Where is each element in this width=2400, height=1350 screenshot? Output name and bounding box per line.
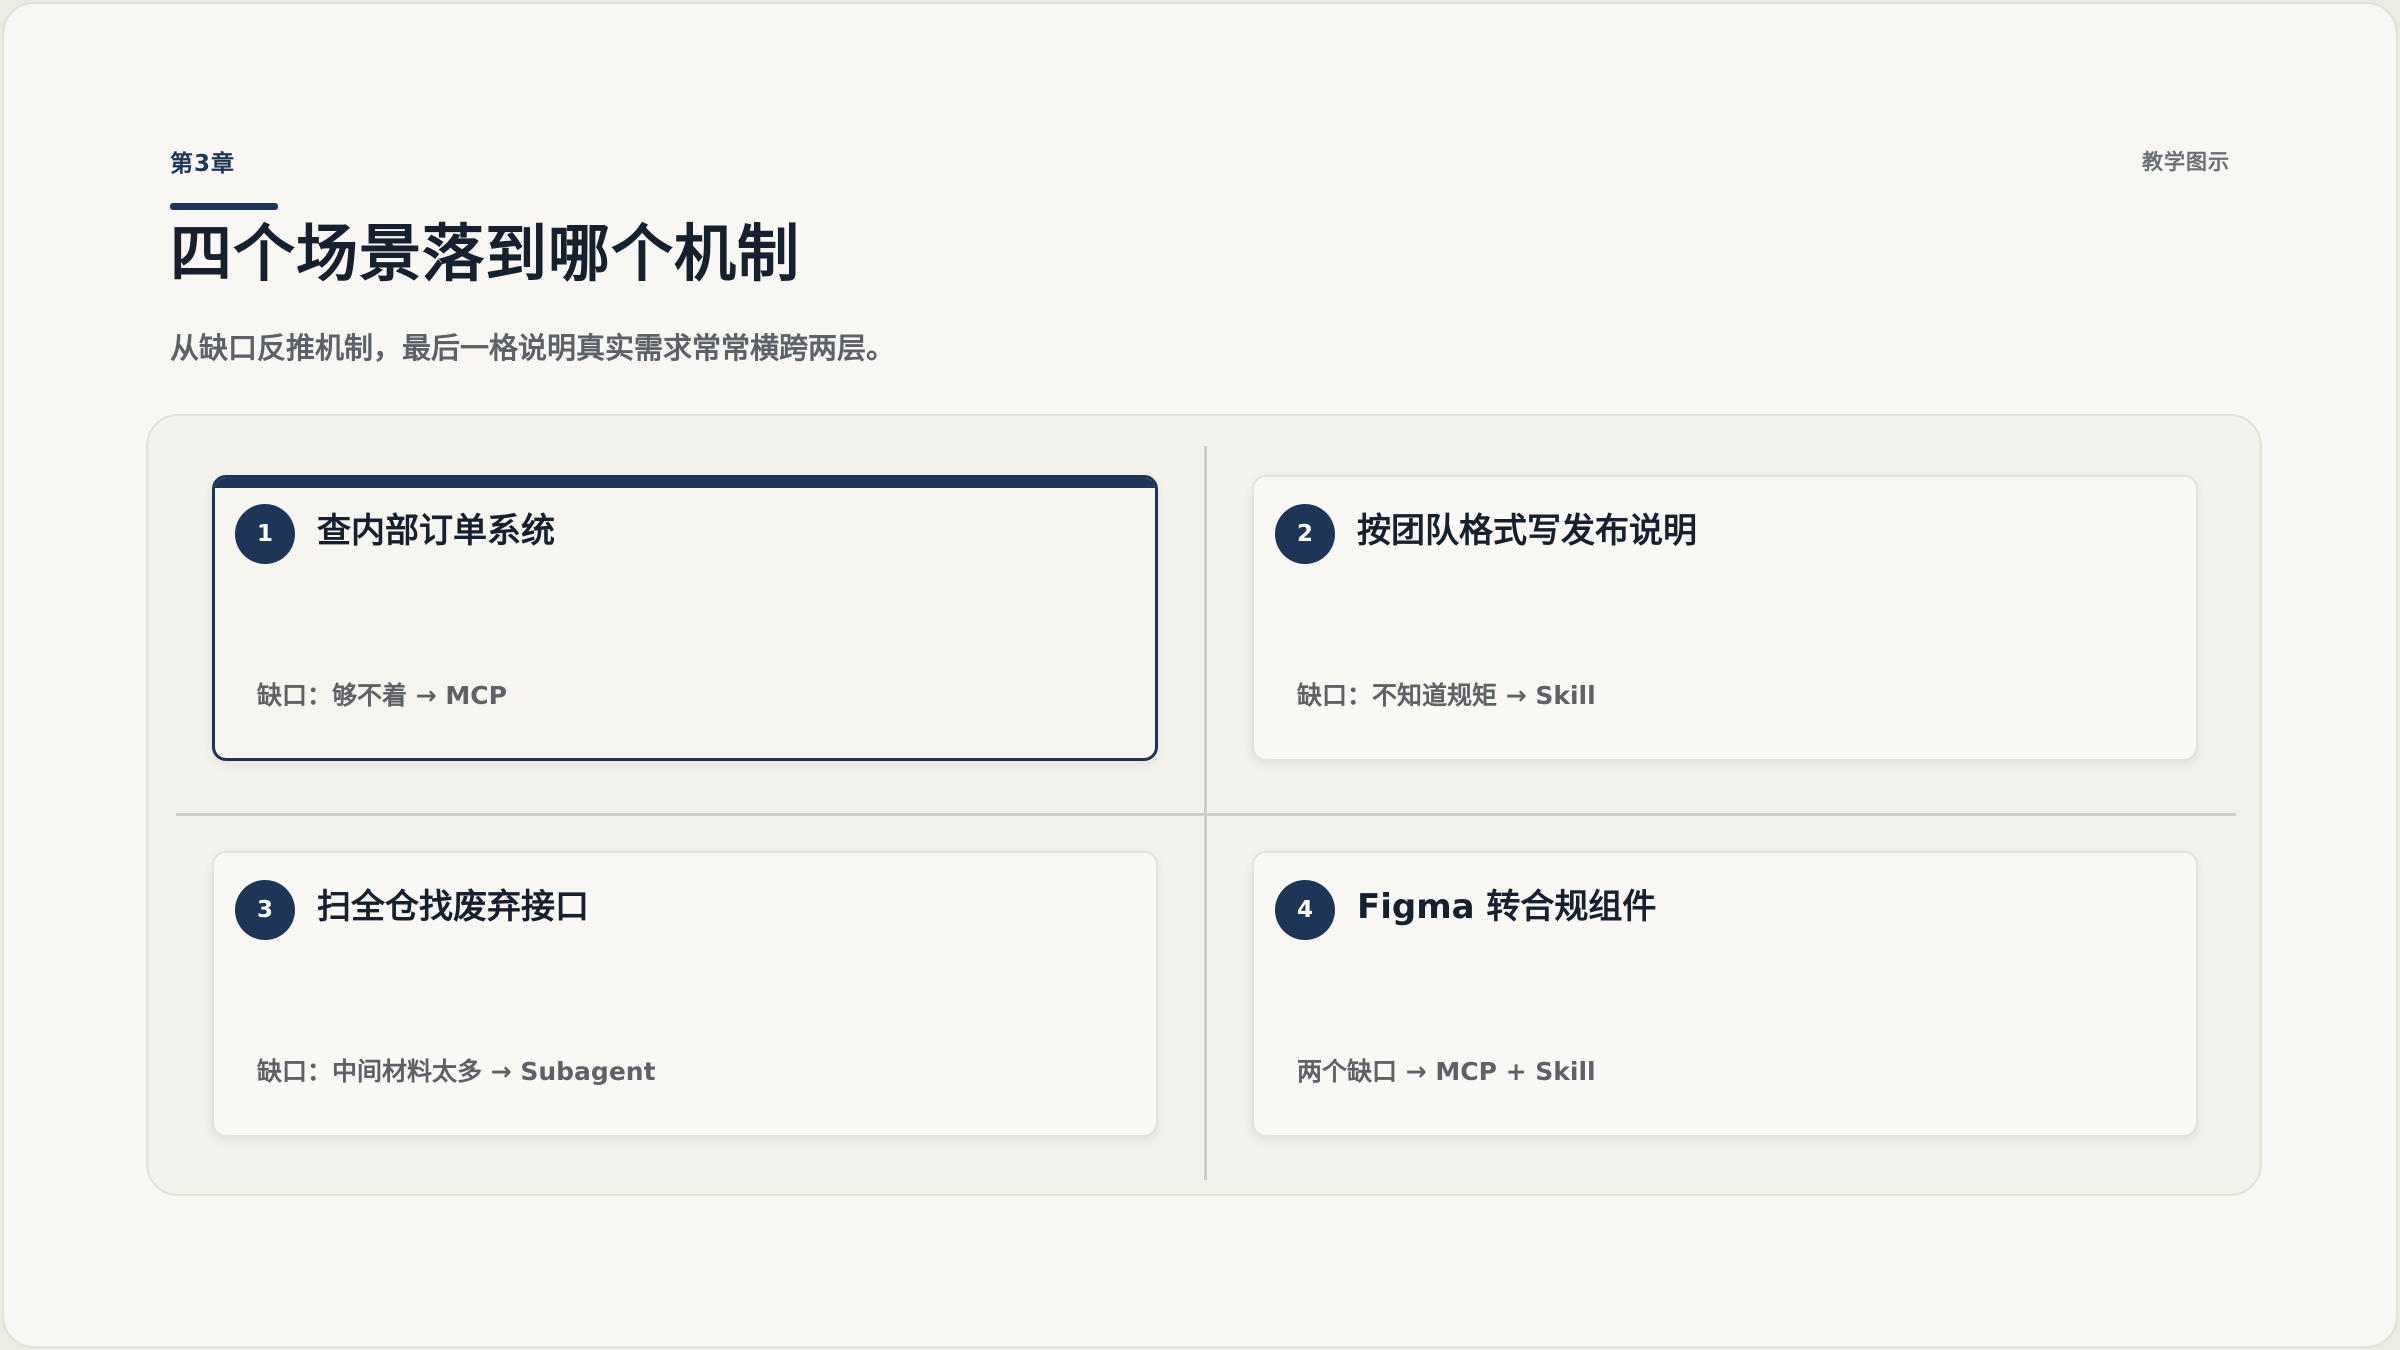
scenario-grid-panel: 1 查内部订单系统 缺口：够不着 → MCP 2 按团队格式写发布说明 缺口：不… xyxy=(146,414,2262,1196)
scenario-number-badge: 4 xyxy=(1275,880,1335,940)
figure-tag: 教学图示 xyxy=(2142,150,2230,174)
slide: 第3章 教学图示 四个场景落到哪个机制 从缺口反推机制，最后一格说明真实需求常常… xyxy=(2,2,2398,1348)
scenario-gap-label: 两个缺口 → MCP + Skill xyxy=(1297,1057,1596,1086)
title-accent-bar xyxy=(170,203,278,210)
scenario-title: 扫全仓找废弃接口 xyxy=(317,887,589,927)
scenario-number-badge: 3 xyxy=(235,880,295,940)
scenario-number-badge: 1 xyxy=(235,504,295,564)
scenario-title: 查内部订单系统 xyxy=(317,511,555,551)
scenario-title: 按团队格式写发布说明 xyxy=(1357,511,1697,551)
page-subtitle: 从缺口反推机制，最后一格说明真实需求常常横跨两层。 xyxy=(170,331,896,365)
grid-divider-horizontal xyxy=(176,813,2236,816)
page-title: 四个场景落到哪个机制 xyxy=(170,217,801,290)
scenario-card-3[interactable]: 3 扫全仓找废弃接口 缺口：中间材料太多 → Subagent xyxy=(212,851,1158,1137)
scenario-card-1[interactable]: 1 查内部订单系统 缺口：够不着 → MCP xyxy=(212,475,1158,761)
scenario-card-2[interactable]: 2 按团队格式写发布说明 缺口：不知道规矩 → Skill xyxy=(1252,475,2198,761)
scenario-number-badge: 2 xyxy=(1275,504,1335,564)
scenario-gap-label: 缺口：够不着 → MCP xyxy=(257,681,507,710)
scenario-card-4[interactable]: 4 Figma 转合规组件 两个缺口 → MCP + Skill xyxy=(1252,851,2198,1137)
scenario-gap-label: 缺口：中间材料太多 → Subagent xyxy=(257,1057,656,1086)
scenario-gap-label: 缺口：不知道规矩 → Skill xyxy=(1297,681,1596,710)
active-card-top-bar xyxy=(215,478,1155,488)
chapter-label: 第3章 xyxy=(170,151,236,177)
scenario-title: Figma 转合规组件 xyxy=(1357,887,1657,927)
